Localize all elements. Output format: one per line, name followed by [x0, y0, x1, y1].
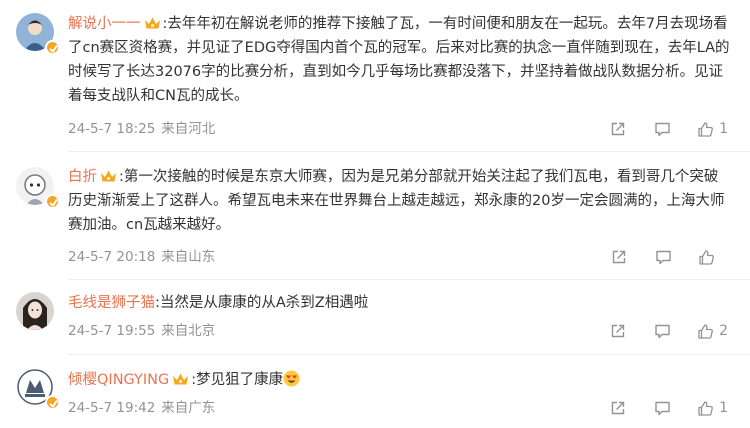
comment-date: 24-5-7 19:55: [68, 323, 156, 339]
heart-eyes-emoji-icon: [283, 370, 300, 387]
comment-location: 来自北京: [161, 323, 216, 339]
comment-actions: 1: [610, 119, 728, 139]
reply-button[interactable]: [654, 400, 671, 416]
like-button[interactable]: 1: [697, 400, 728, 417]
reply-button[interactable]: [654, 121, 671, 137]
comment-username[interactable]: 解说小一一: [68, 16, 141, 32]
comment-meta: 24-5-7 18:25 来自河北: [68, 119, 215, 139]
divider: [68, 279, 750, 280]
comment-actions: 2: [610, 321, 728, 341]
reply-button[interactable]: [655, 249, 672, 265]
avatar[interactable]: [16, 292, 56, 332]
comment-actions: 1: [610, 398, 728, 418]
avatar[interactable]: [16, 13, 60, 55]
reply-icon: [655, 401, 670, 416]
comment-location: 来自山东: [161, 249, 216, 265]
like-button[interactable]: [698, 249, 728, 266]
share-button[interactable]: [610, 121, 626, 137]
comment-body: 解说小一一:去年年初在解说老师的推荐下接触了瓦，一有时间便和朋友在一起玩。去年7…: [68, 12, 730, 108]
share-icon: [611, 401, 625, 415]
comment-text: :第一次接触的时候是东京大师赛，因为是兄弟分部就开始关注起了我们瓦电，看到哥几个…: [68, 169, 725, 233]
comment-text: :梦见狙了康康: [191, 372, 284, 388]
comment-location: 来自河北: [161, 121, 216, 137]
like-icon: [698, 400, 713, 416]
divider: [68, 354, 750, 355]
comment-username[interactable]: 倾樱QINGYING: [68, 372, 169, 388]
like-count: 1: [719, 400, 728, 416]
like-button[interactable]: 2: [697, 323, 728, 340]
crown-icon: [101, 170, 116, 182]
avatar[interactable]: [16, 368, 60, 410]
reply-icon: [655, 324, 670, 339]
divider: [68, 151, 750, 152]
like-count: 1: [719, 121, 728, 137]
like-icon: [698, 121, 713, 137]
reply-icon: [655, 122, 670, 137]
crown-icon: [173, 373, 189, 385]
reply-button[interactable]: [654, 323, 671, 339]
avatar[interactable]: [16, 167, 60, 209]
comment-meta: 24-5-7 20:18 来自山东: [68, 247, 215, 267]
comment-body: 毛线是狮子猫:当然是从康康的从A杀到Z相遇啦: [68, 291, 730, 315]
comment-date: 24-5-7 19:42: [68, 400, 156, 416]
verified-badge-icon: [45, 194, 60, 209]
share-icon: [612, 250, 626, 264]
like-icon: [698, 323, 713, 339]
reply-icon: [656, 250, 671, 265]
comment-meta: 24-5-7 19:42 来自广东: [68, 398, 215, 418]
comment-text: :当然是从康康的从A杀到Z相遇啦: [155, 295, 369, 311]
comment-body: 倾樱QINGYING :梦见狙了康康: [68, 368, 730, 392]
comment-username[interactable]: 白折: [68, 169, 97, 185]
comment-actions: [611, 247, 728, 267]
comment-body: 白折:第一次接触的时候是东京大师赛，因为是兄弟分部就开始关注起了我们瓦电，看到哥…: [68, 165, 730, 237]
like-button[interactable]: 1: [697, 121, 728, 138]
share-icon: [611, 324, 625, 338]
crown-icon: [144, 17, 160, 29]
comment-date: 24-5-7 20:18: [68, 249, 156, 265]
like-count: 2: [719, 323, 728, 339]
comment-username[interactable]: 毛线是狮子猫: [68, 295, 155, 311]
comment-date: 24-5-7 18:25: [68, 121, 156, 137]
like-icon: [699, 249, 714, 265]
share-icon: [611, 122, 625, 136]
comment-text: :去年年初在解说老师的推荐下接触了瓦，一有时间便和朋友在一起玩。去年7月去现场看…: [68, 16, 730, 104]
verified-badge-icon: [45, 395, 60, 410]
verified-badge-icon: [45, 40, 60, 55]
share-button[interactable]: [611, 249, 627, 265]
share-button[interactable]: [610, 400, 626, 416]
comment-location: 来自广东: [161, 400, 216, 416]
comment-meta: 24-5-7 19:55 来自北京: [68, 321, 215, 341]
comment-list: 解说小一一:去年年初在解说老师的推荐下接触了瓦，一有时间便和朋友在一起玩。去年7…: [0, 0, 750, 428]
share-button[interactable]: [610, 323, 626, 339]
